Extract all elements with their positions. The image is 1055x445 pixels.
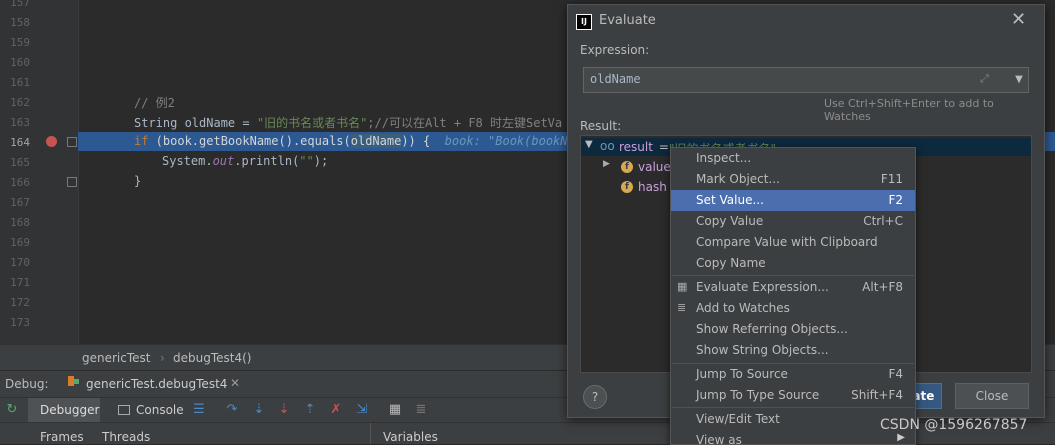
breadcrumb-separator-icon: › bbox=[160, 351, 165, 365]
menu-item-inspect[interactable]: Inspect... bbox=[671, 148, 915, 169]
tree-row-hash[interactable]: f hash bbox=[581, 178, 681, 196]
breakpoint-icon[interactable] bbox=[46, 136, 57, 147]
line-number: 161 bbox=[10, 76, 30, 89]
rerun-icon[interactable]: ↻ bbox=[4, 402, 20, 418]
calculator-icon: ▦ bbox=[677, 280, 688, 293]
menu-item-compare-clipboard[interactable]: Compare Value with Clipboard bbox=[671, 232, 915, 253]
fold-marker-icon[interactable] bbox=[67, 177, 77, 187]
result-name: result bbox=[619, 140, 653, 154]
line-number: 158 bbox=[10, 16, 30, 29]
result-label: Result: bbox=[580, 119, 622, 133]
line-number: 166 bbox=[10, 176, 30, 189]
field-icon: f bbox=[621, 181, 633, 193]
tree-row-value[interactable]: ▶ f value bbox=[581, 158, 681, 176]
menu-item-jump-to-type-source[interactable]: Jump To Type Source Shift+F4 bbox=[671, 385, 915, 406]
line-number-current: 164 bbox=[10, 136, 30, 149]
code-line-164[interactable]: if (book.getBookName().equals(oldName)) … bbox=[134, 134, 582, 148]
breadcrumb-method[interactable]: debugTest4() bbox=[173, 351, 251, 365]
code-line-162[interactable]: // 例2 bbox=[134, 94, 175, 111]
debug-label: Debug: bbox=[5, 377, 49, 391]
menu-item-show-string-objects[interactable]: Show String Objects... bbox=[671, 340, 915, 361]
line-number: 171 bbox=[10, 276, 30, 289]
line-number: 170 bbox=[10, 256, 30, 269]
force-step-into-icon[interactable]: ⇣ bbox=[276, 402, 292, 418]
line-number: 163 bbox=[10, 116, 30, 129]
line-number: 159 bbox=[10, 36, 30, 49]
run-to-cursor-icon[interactable]: ⇲ bbox=[354, 402, 370, 418]
line-number: 165 bbox=[10, 156, 30, 169]
field-name: hash bbox=[638, 180, 667, 194]
trace-icon[interactable]: ≣ bbox=[413, 402, 429, 418]
line-number: 172 bbox=[10, 296, 30, 309]
debug-session-run-icon bbox=[74, 379, 79, 384]
fold-marker-icon[interactable] bbox=[67, 137, 77, 147]
code-line-166[interactable]: } bbox=[134, 174, 141, 188]
menu-item-copy-name[interactable]: Copy Name bbox=[671, 253, 915, 274]
menu-item-set-value[interactable]: Set Value... F2 bbox=[671, 190, 915, 211]
menu-item-evaluate-expression[interactable]: ▦ Evaluate Expression... Alt+F8 bbox=[671, 277, 915, 298]
menu-item-jump-to-source[interactable]: Jump To Source F4 bbox=[671, 364, 915, 385]
line-number: 169 bbox=[10, 236, 30, 249]
help-button[interactable]: ? bbox=[583, 385, 607, 409]
expression-history-dropdown[interactable]: ▼ bbox=[1010, 67, 1029, 93]
code-line-163[interactable]: String oldName = "旧的书名或者书名";//可以在Alt + F… bbox=[134, 114, 562, 131]
debug-session-tab[interactable]: genericTest.debugTest4 bbox=[86, 377, 227, 391]
submenu-arrow-icon: ▶ bbox=[897, 432, 905, 443]
watches-hint: Use Ctrl+Shift+Enter to add to Watches bbox=[824, 97, 994, 123]
field-name: value bbox=[638, 160, 671, 174]
show-execution-point-icon[interactable]: ☰ bbox=[191, 402, 207, 418]
panel-divider[interactable] bbox=[370, 423, 371, 444]
menu-item-add-to-watches[interactable]: ≣ Add to Watches bbox=[671, 298, 915, 319]
code-line-165[interactable]: System.out.println(""); bbox=[162, 154, 328, 168]
chevron-down-icon: ▼ bbox=[1015, 74, 1023, 85]
menu-item-view-edit-text[interactable]: View/Edit Text bbox=[671, 409, 915, 430]
evaluate-expression-icon[interactable]: ▦ bbox=[387, 402, 403, 418]
line-number: 173 bbox=[10, 316, 30, 329]
add-watch-icon: ≣ bbox=[677, 301, 687, 314]
dialog-title: Evaluate bbox=[599, 13, 656, 28]
tab-console[interactable]: Console bbox=[136, 403, 184, 417]
expand-arrow-icon[interactable]: ▶ bbox=[603, 159, 610, 169]
menu-item-show-referring-objects[interactable]: Show Referring Objects... bbox=[671, 319, 915, 340]
breadcrumb-class[interactable]: genericTest bbox=[82, 351, 150, 365]
menu-item-copy-value[interactable]: Copy Value Ctrl+C bbox=[671, 211, 915, 232]
menu-separator bbox=[672, 407, 914, 408]
line-number: 157 bbox=[10, 0, 30, 9]
tab-frames[interactable]: Frames bbox=[40, 430, 84, 444]
field-icon: f bbox=[621, 161, 633, 173]
context-menu: Inspect... Mark Object... F11 Set Value.… bbox=[670, 147, 916, 445]
expression-label: Expression: bbox=[580, 43, 650, 57]
line-number: 167 bbox=[10, 196, 30, 209]
step-out-icon[interactable]: ⇡ bbox=[302, 402, 318, 418]
line-number: 160 bbox=[10, 56, 30, 69]
drop-frame-icon[interactable]: ✗ bbox=[328, 402, 344, 418]
step-over-icon[interactable]: ↷ bbox=[224, 402, 240, 418]
collapse-arrow-icon[interactable]: ▼ bbox=[585, 139, 593, 150]
line-number: 162 bbox=[10, 96, 30, 109]
line-number: 168 bbox=[10, 216, 30, 229]
inline-debug-value: book: "Book(bookNam bbox=[430, 134, 582, 148]
close-tab-icon[interactable]: ✕ bbox=[230, 376, 240, 390]
watermark: CSDN @1596267857 bbox=[880, 417, 1028, 433]
expression-value: oldName bbox=[590, 72, 641, 86]
tab-threads[interactable]: Threads bbox=[102, 430, 150, 444]
close-button[interactable]: Close bbox=[955, 383, 1029, 409]
variables-header: Variables bbox=[383, 430, 438, 444]
editor-gutter[interactable]: 157 158 159 160 161 162 163 164 165 166 … bbox=[0, 0, 79, 344]
expand-icon[interactable]: ⤢ bbox=[980, 72, 989, 86]
close-icon[interactable]: ✕ bbox=[1011, 9, 1026, 30]
watch-glasses-icon: oo bbox=[600, 139, 615, 153]
tab-debugger[interactable]: Debugger bbox=[40, 403, 99, 417]
expression-input[interactable]: oldName ⤢ bbox=[583, 67, 1012, 93]
menu-item-mark-object[interactable]: Mark Object... F11 bbox=[671, 169, 915, 190]
console-icon bbox=[118, 405, 130, 415]
intellij-logo-icon: IJ bbox=[576, 14, 592, 30]
menu-separator bbox=[672, 275, 914, 276]
step-into-icon[interactable]: ⇣ bbox=[251, 402, 267, 418]
